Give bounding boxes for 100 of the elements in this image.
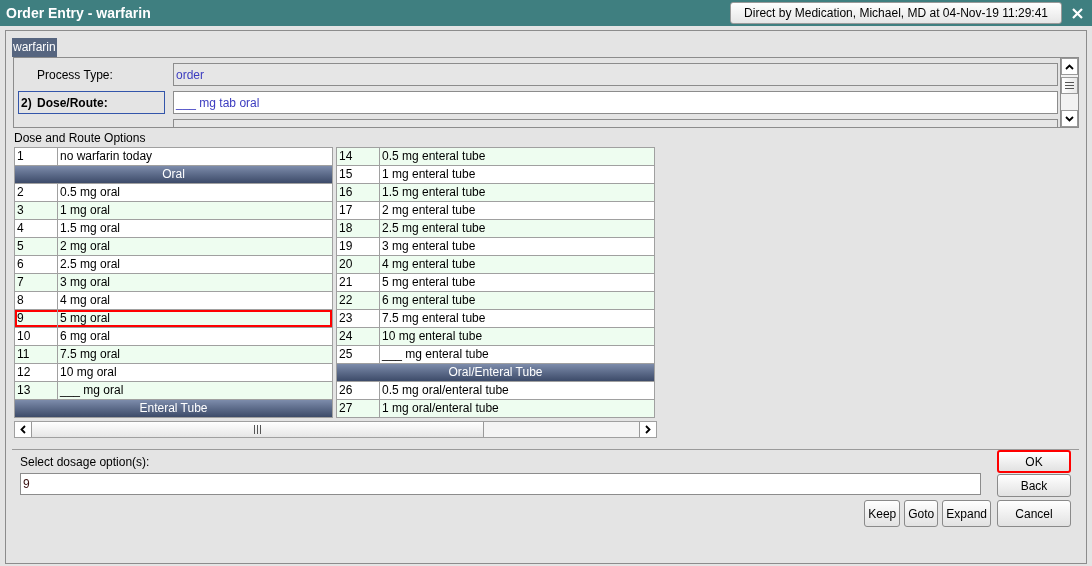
table-row[interactable]: 5 2 mg oral bbox=[15, 238, 332, 256]
field-label: Dose/Route: bbox=[37, 94, 108, 112]
dialog-button[interactable]: Expand bbox=[942, 500, 991, 527]
table-row[interactable]: 9 5 mg oral bbox=[15, 310, 332, 328]
table-cell-text: 2 mg oral bbox=[59, 238, 112, 255]
table-row[interactable]: 13 ___ mg oral bbox=[15, 382, 332, 400]
table-cell: 19 bbox=[337, 238, 380, 255]
table-cell: 7 bbox=[15, 274, 58, 291]
table-row[interactable]: 26 0.5 mg oral/enteral tube bbox=[337, 382, 654, 400]
table-cell: 26 bbox=[337, 382, 380, 399]
field-label: Process Type: bbox=[37, 66, 113, 84]
table-cell: 6 bbox=[15, 256, 58, 273]
table-row[interactable]: 2 0.5 mg oral bbox=[15, 184, 332, 202]
table-cell: 16 bbox=[337, 184, 380, 201]
input-field[interactable]: ___ mg tab oral bbox=[173, 91, 1058, 114]
table-cell-text: 5 mg enteral tube bbox=[381, 274, 477, 291]
table-row[interactable]: 12 10 mg oral bbox=[15, 364, 332, 382]
caret-right-icon bbox=[645, 425, 651, 434]
user-button[interactable]: Direct by Medication, Michael, MD at 04-Nov-19 11:29:41 bbox=[730, 2, 1062, 24]
dialog-button[interactable]: Goto bbox=[904, 500, 939, 527]
scrollbar-thumb[interactable] bbox=[1061, 77, 1078, 94]
table-cell: 17 bbox=[337, 202, 380, 219]
table-cell-text: 7.5 mg enteral tube bbox=[381, 310, 487, 327]
table-cell: 23 bbox=[337, 310, 380, 327]
table-row[interactable]: 25 ___ mg enteral tube bbox=[337, 346, 654, 364]
table-cell-text: 0.5 mg oral/enteral tube bbox=[381, 382, 510, 399]
table-row[interactable]: 1 no warfarin today bbox=[15, 148, 332, 166]
table-row[interactable]: 23 7.5 mg enteral tube bbox=[337, 310, 654, 328]
grip-icon bbox=[254, 425, 261, 434]
table-row[interactable]: 24 10 mg enteral tube bbox=[337, 328, 654, 346]
table-cell-text: 10 mg oral bbox=[59, 364, 118, 381]
table-row[interactable]: 21 5 mg enteral tube bbox=[337, 274, 654, 292]
caret-up-icon bbox=[1065, 63, 1074, 70]
table-cell: 2 bbox=[15, 184, 58, 201]
section-title: Dose and Route Options bbox=[14, 131, 146, 145]
field-number: 2) bbox=[21, 94, 33, 112]
table-cell: 18 bbox=[337, 220, 380, 237]
table-row[interactable]: 6 2.5 mg oral bbox=[15, 256, 332, 274]
group-header: Oral/Enteral Tube bbox=[337, 364, 654, 382]
table-row[interactable]: 10 6 mg oral bbox=[15, 328, 332, 346]
table-cell-text: 2.5 mg oral bbox=[59, 256, 122, 273]
table-cell-text: 4 mg enteral tube bbox=[381, 256, 477, 273]
table-cell-text: 1.5 mg enteral tube bbox=[381, 184, 487, 201]
input-field[interactable]: 9 bbox=[20, 473, 981, 495]
table-row[interactable]: 3 1 mg oral bbox=[15, 202, 332, 220]
table-row[interactable]: 20 4 mg enteral tube bbox=[337, 256, 654, 274]
table-row[interactable]: 14 0.5 mg enteral tube bbox=[337, 148, 654, 166]
table-cell: 25 bbox=[337, 346, 380, 363]
table-cell: 12 bbox=[15, 364, 58, 381]
scroll-left-button[interactable] bbox=[15, 422, 32, 437]
scroll-up-button[interactable] bbox=[1061, 58, 1078, 75]
table-cell: 1 bbox=[15, 148, 58, 165]
scrollbar-thumb[interactable] bbox=[32, 422, 484, 437]
table-cell: 5 bbox=[15, 238, 58, 255]
table-row[interactable]: 15 1 mg enteral tube bbox=[337, 166, 654, 184]
table-cell-text: ___ mg enteral tube bbox=[381, 346, 490, 363]
table-cell-text: 0.5 mg enteral tube bbox=[381, 148, 487, 165]
table-cell-text: 1 mg oral/enteral tube bbox=[381, 400, 500, 417]
table-cell-text: 5 mg oral bbox=[59, 310, 112, 327]
table-cell-text: 1 mg oral bbox=[59, 202, 112, 219]
horizontal-scrollbar[interactable] bbox=[14, 421, 657, 438]
table-cell-text: 1.5 mg oral bbox=[59, 220, 122, 237]
table-cell: 20 bbox=[337, 256, 380, 273]
order-tab[interactable]: warfarin bbox=[12, 38, 57, 57]
table-cell-text: 2 mg enteral tube bbox=[381, 202, 477, 219]
dialog-button[interactable]: Cancel bbox=[997, 500, 1071, 527]
table-cell: 10 bbox=[15, 328, 58, 345]
table-cell-text: 7.5 mg oral bbox=[59, 346, 122, 363]
table-cell: 22 bbox=[337, 292, 380, 309]
caret-left-icon bbox=[20, 425, 26, 434]
table-cell-text: 0.5 mg oral bbox=[59, 184, 122, 201]
table-cell: 3 bbox=[15, 202, 58, 219]
table-row[interactable]: 19 3 mg enteral tube bbox=[337, 238, 654, 256]
vertical-scrollbar[interactable] bbox=[1060, 58, 1078, 127]
table-cell: 8 bbox=[15, 292, 58, 309]
table-row[interactable]: 7 3 mg oral bbox=[15, 274, 332, 292]
group-header: Oral bbox=[15, 166, 332, 184]
table-row[interactable]: 17 2 mg enteral tube bbox=[337, 202, 654, 220]
table-cell: 11 bbox=[15, 346, 58, 363]
table-cell-text: 1 mg enteral tube bbox=[381, 166, 477, 183]
table-row[interactable]: 4 1.5 mg oral bbox=[15, 220, 332, 238]
table-cell: 9 bbox=[15, 310, 58, 327]
dialog-button[interactable]: Back bbox=[997, 474, 1071, 497]
table-cell: 15 bbox=[337, 166, 380, 183]
table-cell-text: 10 mg enteral tube bbox=[381, 328, 484, 345]
table-cell-text: 2.5 mg enteral tube bbox=[381, 220, 487, 237]
dialog-button[interactable]: Keep bbox=[864, 500, 901, 527]
table-row[interactable]: 16 1.5 mg enteral tube bbox=[337, 184, 654, 202]
table-row[interactable]: 22 6 mg enteral tube bbox=[337, 292, 654, 310]
table-row[interactable]: 11 7.5 mg oral bbox=[15, 346, 332, 364]
table-row[interactable]: 27 1 mg oral/enteral tube bbox=[337, 400, 654, 418]
close-icon[interactable] bbox=[1072, 7, 1083, 19]
scroll-down-button[interactable] bbox=[1061, 110, 1078, 127]
caret-down-icon bbox=[1065, 115, 1074, 122]
scroll-right-button[interactable] bbox=[639, 422, 656, 437]
table-row[interactable]: 18 2.5 mg enteral tube bbox=[337, 220, 654, 238]
dialog-button[interactable]: OK bbox=[997, 450, 1071, 473]
table-cell-text: 4 mg oral bbox=[59, 292, 112, 309]
input-field[interactable]: order bbox=[173, 63, 1058, 86]
table-row[interactable]: 8 4 mg oral bbox=[15, 292, 332, 310]
